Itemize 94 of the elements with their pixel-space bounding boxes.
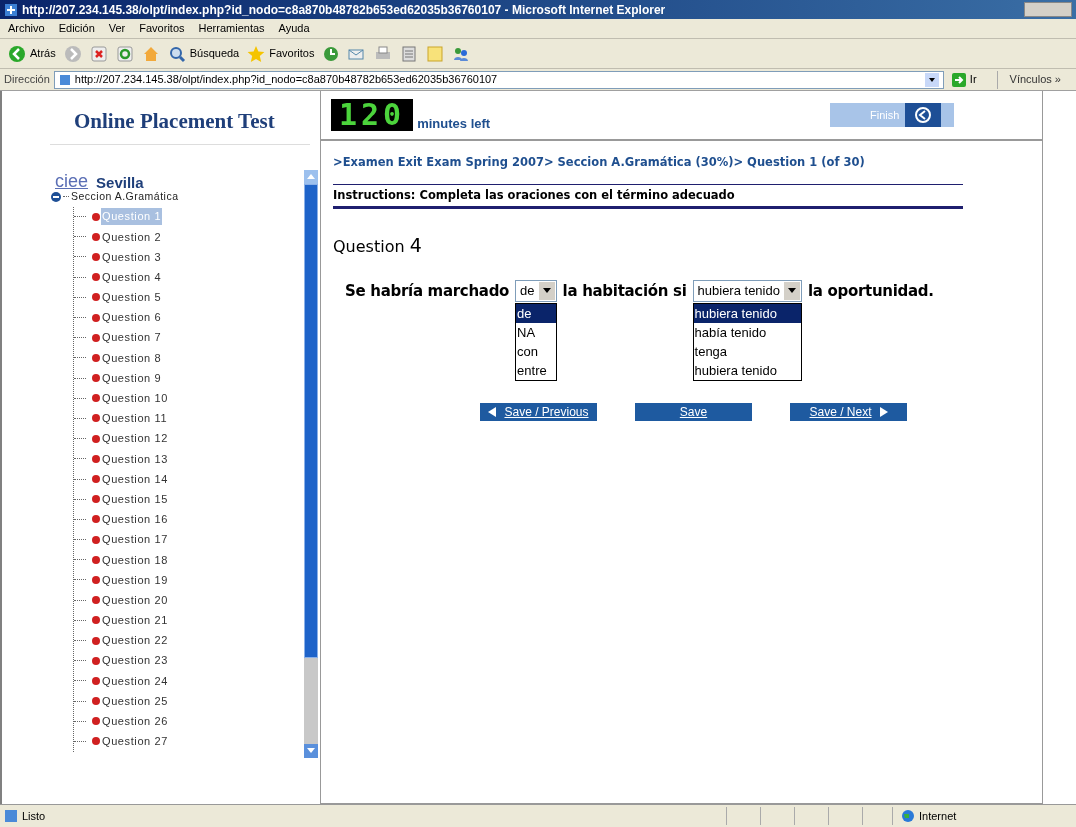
globe-icon [901, 809, 915, 823]
window-controls[interactable] [1024, 2, 1072, 17]
tree-item[interactable]: Question 7 [101, 329, 163, 346]
search-button[interactable]: Búsqueda [167, 44, 240, 63]
instructions: Instructions: Completa las oraciones con el término adecuado [333, 187, 736, 204]
menu-item[interactable]: Ver [108, 20, 126, 37]
question-heading: Question 4 [333, 233, 423, 259]
go-button[interactable]: Ir [947, 71, 981, 88]
links-button[interactable]: Vínculos » [1009, 71, 1061, 88]
tree-item[interactable]: Question 12 [101, 430, 169, 447]
sentence-text: Se habría marchado [345, 280, 510, 302]
dropdown-icon[interactable] [783, 281, 800, 300]
dropdown-icon[interactable] [538, 281, 555, 300]
back-button[interactable]: Atrás [8, 44, 56, 63]
dropdown-list[interactable]: de NA con entre [515, 302, 557, 381]
menu-item[interactable]: Edición [58, 20, 95, 37]
tree-item[interactable]: Question 3 [101, 248, 163, 266]
tree-item[interactable]: Question 9 [101, 369, 163, 387]
exit-icon [914, 106, 933, 124]
address-label: Dirección [4, 72, 50, 88]
scroll-thumb[interactable] [304, 183, 318, 658]
tree-item[interactable]: Question 2 [101, 228, 163, 246]
dropdown-option[interactable]: entre [516, 360, 556, 380]
tree-item[interactable]: Question 4 [101, 268, 163, 286]
address-field[interactable]: http://207.234.145.38/olpt/index.php?id_nodo=c8a870b48782b653ed62035b36760107 [53, 70, 944, 89]
star-icon [247, 44, 266, 63]
save-button[interactable]: Save [635, 402, 752, 421]
tree-item[interactable]: Question 21 [101, 612, 169, 629]
timer-display: 120 [331, 99, 414, 131]
dropdown-list[interactable]: hubiera tenido había tenido tenga hubiera tenido [692, 302, 802, 381]
dropdown-option[interactable]: había tenido [693, 322, 801, 342]
tree-item[interactable]: Question 10 [101, 390, 169, 407]
search-icon [167, 44, 186, 63]
logo: ciee [55, 171, 89, 190]
tree-item[interactable]: Question 18 [101, 551, 169, 569]
sentence-text: la oportunidad. [807, 280, 934, 302]
tree-item[interactable]: Question 6 [101, 309, 163, 326]
zone-label: Internet [919, 808, 957, 824]
dropdown-option[interactable]: hubiera tenido [693, 303, 801, 323]
menu-item[interactable]: Ayuda [278, 20, 310, 37]
breadcrumb: >Examen Exit Exam Spring 2007> Seccion A.Gramática (30%)> Question 1 (of 30) [333, 155, 866, 170]
dropdown-option[interactable]: tenga [693, 341, 801, 361]
tree-item[interactable]: Question 16 [101, 511, 169, 528]
dropdown-option[interactable]: con [516, 341, 556, 361]
menu-item[interactable]: Favoritos [139, 20, 185, 37]
expander-icon[interactable] [51, 191, 61, 202]
page-icon [58, 73, 71, 86]
tree-item[interactable]: Question 5 [101, 289, 163, 306]
page-icon [4, 809, 18, 823]
scrollbar[interactable] [304, 169, 318, 758]
dropdown-option[interactable]: NA [516, 322, 556, 342]
right-arrow-icon [879, 406, 888, 417]
browser-icon [4, 2, 18, 17]
back-icon [8, 44, 26, 63]
tree-item[interactable]: Question 17 [101, 531, 169, 548]
left-arrow-icon [488, 406, 497, 417]
tree-item[interactable]: Question 25 [101, 692, 169, 710]
tree-item[interactable]: Question 14 [101, 470, 169, 488]
menu-item[interactable]: Archivo [8, 20, 45, 37]
refresh-icon[interactable] [115, 44, 134, 63]
tree-item[interactable]: Question 20 [101, 591, 169, 609]
menu-item[interactable]: Herramientas [198, 20, 265, 37]
tree-item[interactable]: Question 15 [101, 490, 169, 508]
dropdown-option[interactable]: de [516, 303, 556, 323]
minutes-left-label: minutes left [417, 114, 491, 133]
stop-icon[interactable] [89, 44, 108, 63]
favorites-button[interactable]: Favoritos [247, 44, 315, 63]
tree-item[interactable]: Question 19 [101, 571, 169, 589]
history-icon[interactable] [322, 44, 341, 63]
scroll-up-icon[interactable] [307, 174, 315, 179]
tree-item[interactable]: Question 23 [101, 652, 169, 669]
sidebar-title: Online Placement Test [74, 108, 276, 135]
document-icon[interactable] [400, 44, 419, 63]
tree-item[interactable]: Question 22 [101, 632, 169, 649]
dropdown-field[interactable]: hubiera tenido [692, 279, 802, 302]
tree-item[interactable]: Question 26 [101, 713, 169, 730]
tree-item[interactable]: Question 27 [101, 733, 169, 750]
next-button[interactable]: Save / Next [790, 402, 907, 421]
tree-item[interactable]: Question 8 [101, 349, 163, 367]
window-title: http://207.234.145.38/olpt/index.php?id_nodo=c8a870b48782b653ed62035b36760107 - Microsoft Internet Explorer [22, 1, 667, 19]
campus-label: Sevilla [96, 174, 144, 190]
go-arrow-icon [951, 72, 966, 87]
status-text: Listo [22, 808, 47, 824]
scroll-down-icon[interactable] [307, 748, 315, 753]
tree-section[interactable]: Seccion A.Gramática [71, 188, 179, 205]
dropdown-icon[interactable] [924, 72, 939, 87]
dropdown-option[interactable]: hubiera tenido [693, 360, 801, 380]
tree-item[interactable]: Question 11 [101, 410, 169, 427]
tree-item[interactable]: Question 13 [101, 450, 169, 468]
forward-icon[interactable] [63, 44, 82, 63]
dropdown-field[interactable]: de [515, 279, 557, 302]
sentence-text: la habitación si [562, 280, 687, 302]
tree-item[interactable]: Question 24 [101, 672, 169, 690]
previous-button[interactable]: Save / Previous [480, 402, 597, 421]
